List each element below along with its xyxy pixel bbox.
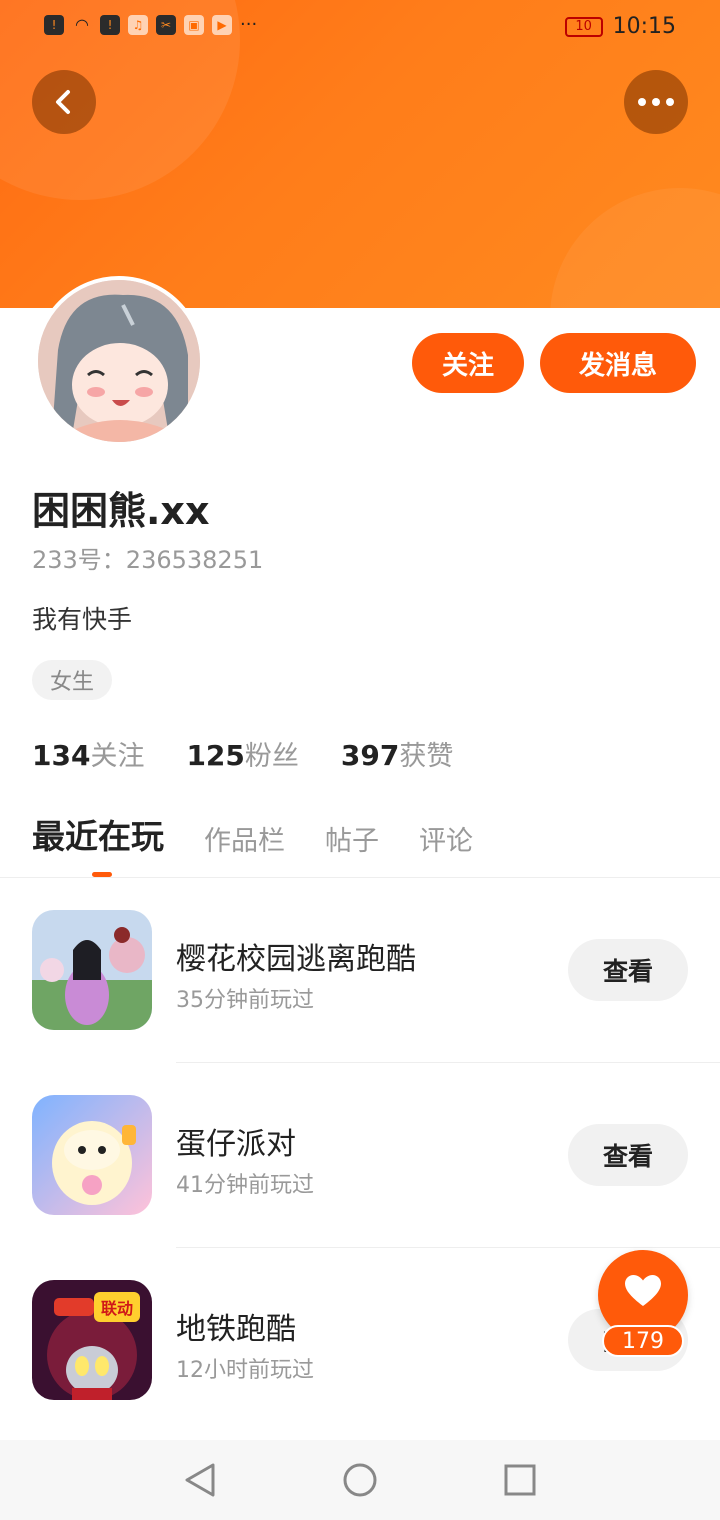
circle-home-icon (343, 1463, 377, 1497)
wifi-icon: ◠ (75, 15, 89, 34)
stat-value: 397 (340, 739, 400, 772)
bio: 我有快手 (32, 605, 133, 634)
list-item[interactable]: 蛋仔派对 41分钟前玩过 查看 (0, 1063, 720, 1248)
tab-recently-played[interactable]: 最近在玩 (32, 810, 164, 858)
gender-tag: 女生 (32, 660, 113, 700)
stat-label: 关注 (90, 741, 145, 772)
followers-stat[interactable]: 125 粉丝 (186, 734, 298, 773)
video-edit-app-icon: ✂ (156, 14, 176, 35)
user-id: 233号：236538251 (32, 546, 264, 574)
collab-badge-text: 联动 (101, 1299, 133, 1318)
more-notifications-icon: ··· (240, 14, 258, 35)
game-icon (32, 910, 152, 1030)
stat-label: 粉丝 (244, 741, 299, 772)
music-app-icon: ♫ (128, 14, 148, 35)
game-app-icon: ▣ (184, 14, 204, 35)
status-bar: ! ◠ ! ♫ ✂ ▣ ▶ ··· 10 10:15 (0, 0, 720, 56)
alert-icon: ! (44, 14, 64, 35)
heart-icon (625, 1275, 661, 1306)
game-last-played: 12小时前玩过 (176, 1358, 314, 1383)
nav-home-button[interactable] (340, 1460, 380, 1500)
status-icons-left: ! ◠ ! ♫ ✂ ▣ ▶ ··· (44, 14, 257, 35)
tab-works[interactable]: 作品栏 (204, 819, 285, 858)
list-item[interactable]: 樱花校园逃离跑酷 35分钟前玩过 查看 (0, 878, 720, 1063)
clock: 10:15 (612, 14, 676, 39)
username: 困困熊.xx (32, 489, 210, 533)
game-name: 地铁跑酷 (176, 1312, 296, 1347)
game-icon (32, 1095, 152, 1215)
battery-icon: 10 (564, 16, 603, 37)
back-button[interactable] (32, 70, 96, 134)
avatar-image (38, 280, 200, 442)
game-name: 蛋仔派对 (176, 1127, 296, 1162)
system-nav-bar (0, 1440, 720, 1520)
play-app-icon: ▶ (212, 14, 232, 35)
game-icon: 联动 (32, 1280, 152, 1400)
nav-back-button[interactable] (180, 1460, 220, 1500)
square-recents-icon (504, 1464, 536, 1496)
status-icons-right: 10 10:15 (564, 14, 676, 39)
game-last-played: 41分钟前玩过 (176, 1173, 314, 1198)
view-game-button[interactable]: 查看 (568, 1124, 688, 1186)
tab-comments[interactable]: 评论 (419, 819, 473, 858)
notice-icon: ! (100, 14, 120, 35)
more-options-button[interactable] (624, 70, 688, 134)
stat-label: 获赞 (399, 741, 454, 772)
nav-recents-button[interactable] (500, 1460, 540, 1500)
like-count: 179 (602, 1325, 684, 1357)
stat-value: 134 (32, 739, 91, 772)
game-name: 樱花校园逃离跑酷 (176, 942, 416, 977)
likes-stat: 397 获赞 (341, 734, 453, 773)
profile-stats: 134 关注 125 粉丝 397 获赞 (32, 734, 453, 773)
send-message-button[interactable]: 发消息 (540, 333, 696, 393)
tab-posts[interactable]: 帖子 (325, 819, 379, 858)
triangle-back-icon (185, 1463, 215, 1497)
follow-button[interactable]: 关注 (412, 333, 524, 393)
stat-value: 125 (186, 739, 245, 772)
view-game-button[interactable]: 查看 (568, 939, 688, 1001)
avatar[interactable] (34, 276, 204, 446)
following-stat[interactable]: 134 关注 (32, 734, 144, 773)
chevron-left-icon (56, 90, 70, 114)
profile-tabs: 最近在玩 作品栏 帖子 评论 (32, 810, 473, 858)
game-last-played: 35分钟前玩过 (176, 988, 314, 1013)
more-dots-icon (638, 98, 674, 106)
